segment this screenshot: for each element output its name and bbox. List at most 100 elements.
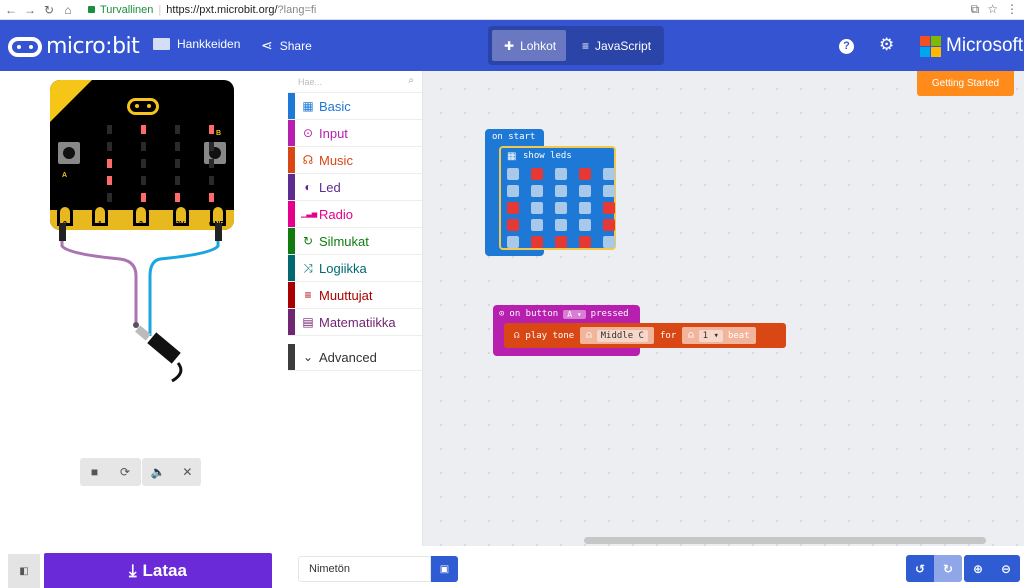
block-led[interactable] <box>555 236 567 248</box>
translate-icon[interactable]: ⧉ <box>971 2 980 17</box>
share-button[interactable]: ⋖ Share <box>261 37 312 54</box>
search-placeholder: Hae... <box>298 76 323 87</box>
block-led[interactable] <box>603 236 615 248</box>
block-led[interactable] <box>579 236 591 248</box>
home-icon[interactable]: ⌂ <box>60 3 76 17</box>
shuffle-icon: ⤨ <box>303 260 313 275</box>
show-leds-grid <box>507 168 615 248</box>
download-button[interactable]: ⤓ Lataa <box>44 553 272 588</box>
block-led[interactable] <box>531 202 543 214</box>
toolbox-category-advanced[interactable]: ⌄ Advanced <box>288 344 422 371</box>
restart-icon[interactable]: ⟳ <box>120 465 130 479</box>
toolbox-category-basic[interactable]: ▦ Basic <box>288 93 422 120</box>
block-led[interactable] <box>603 202 615 214</box>
url-host: https://pxt.microbit.org/ <box>166 3 278 16</box>
show-leds-block[interactable]: ▦ show leds <box>499 146 616 250</box>
save-icon: ▣ <box>439 563 450 575</box>
block-led[interactable] <box>579 202 591 214</box>
toolbox-category-muuttujat[interactable]: ≡ Muuttujat <box>288 282 422 309</box>
save-button[interactable]: ▣ <box>431 556 458 582</box>
toolbox-category-silmukat[interactable]: ↻ Silmukat <box>288 228 422 255</box>
bookmark-star-icon[interactable]: ☆ <box>987 2 998 17</box>
microbit-logo[interactable]: micro:bit <box>8 34 140 59</box>
block-led[interactable] <box>579 185 591 197</box>
block-led[interactable] <box>555 202 567 214</box>
toolbox-category-input[interactable]: ⊙ Input <box>288 120 422 147</box>
projects-button[interactable]: Hankkeiden <box>153 37 240 51</box>
loop-icon: ↻ <box>302 234 314 248</box>
tab-blocks[interactable]: ✚ Lohkot <box>492 30 566 61</box>
zoom-out-button[interactable]: ⊖ <box>992 555 1020 582</box>
toolbox-category-radio[interactable]: ▁▃▅ Radio <box>288 201 422 228</box>
grid-icon: ▦ <box>302 99 314 113</box>
tab-javascript[interactable]: ≡ JavaScript <box>570 30 663 61</box>
puzzle-icon: ✚ <box>504 38 515 53</box>
block-led[interactable] <box>555 168 567 180</box>
help-icon[interactable]: ? <box>839 39 854 54</box>
button-dropdown[interactable]: A ▾ <box>563 309 586 319</box>
reload-icon[interactable]: ↻ <box>41 3 57 17</box>
block-led[interactable] <box>507 202 519 214</box>
fullscreen-icon[interactable]: ✕ <box>182 465 192 479</box>
blocks-workspace[interactable]: Getting Started on start ▦ show leds ⊙ o… <box>423 71 1024 546</box>
headphones-icon: ☊ <box>302 153 314 167</box>
block-led[interactable] <box>507 168 519 180</box>
block-led[interactable] <box>579 168 591 180</box>
gear-icon[interactable]: ⚙ <box>879 36 894 53</box>
redo-button[interactable]: ↻ <box>934 555 962 582</box>
for-label: for <box>659 330 677 341</box>
block-led[interactable] <box>555 219 567 231</box>
mute-icon[interactable]: 🔈 <box>150 465 165 479</box>
block-led[interactable] <box>603 168 615 180</box>
getting-started-button[interactable]: Getting Started <box>917 71 1014 96</box>
note-value[interactable]: Middle C <box>596 329 648 342</box>
block-led[interactable] <box>507 185 519 197</box>
category-label: Music <box>319 152 353 168</box>
address-bar[interactable]: Turvallinen | https://pxt.microbit.org/ … <box>88 4 316 16</box>
collapse-simulator-button[interactable]: ◧ <box>8 554 40 588</box>
toolbox: Hae... ⌕ ▦ Basic ⊙ Input ☊ Music ◐ Led ▁▃▅ Radio ↻… <box>288 71 423 546</box>
back-icon[interactable]: ← <box>3 3 19 17</box>
on-start-label: on start <box>492 132 536 142</box>
toolbox-category-matematiikka[interactable]: ▤ Matematiikka <box>288 309 422 336</box>
block-led[interactable] <box>603 219 615 231</box>
note-input[interactable]: ☊ Middle C <box>580 327 654 344</box>
beat-input[interactable]: ☊ 1 ▾ beat <box>682 327 756 344</box>
play-tone-block[interactable]: ☊ play tone ☊ Middle C for ☊ 1 ▾ beat <box>504 323 786 348</box>
toolbox-category-led[interactable]: ◐ Led <box>288 174 422 201</box>
toolbox-category-music[interactable]: ☊ Music <box>288 147 422 174</box>
logo-text: micro:bit <box>46 34 140 59</box>
beat-dropdown[interactable]: 1 ▾ <box>698 329 723 342</box>
workspace-scrollbar[interactable] <box>584 537 986 544</box>
headphones-icon: ☊ <box>514 330 520 341</box>
block-led[interactable] <box>603 185 615 197</box>
block-led[interactable] <box>531 236 543 248</box>
toolbox-search[interactable]: Hae... ⌕ <box>288 71 422 93</box>
toolbox-category-logiikka[interactable]: ⤨ Logiikka <box>288 255 422 282</box>
zoom-in-button[interactable]: ⊕ <box>964 555 992 582</box>
block-led[interactable] <box>531 185 543 197</box>
search-icon[interactable]: ⌕ <box>408 75 414 86</box>
forward-icon[interactable]: → <box>22 3 38 17</box>
menu-icon[interactable]: ⋮ <box>1006 2 1018 17</box>
app-header: micro:bit Hankkeiden ⋖ Share ✚ Lohkot ≡ … <box>0 20 1024 71</box>
block-led[interactable] <box>531 168 543 180</box>
stop-icon[interactable]: ■ <box>91 465 98 479</box>
undo-button[interactable]: ↺ <box>906 555 934 582</box>
block-led[interactable] <box>531 219 543 231</box>
project-name-input[interactable]: Nimetön <box>298 556 431 582</box>
button-dropdown-value: A <box>567 309 573 319</box>
microsoft-logo[interactable]: Microsoft <box>920 35 1023 57</box>
tab-javascript-label: JavaScript <box>595 38 652 53</box>
block-led[interactable] <box>555 185 567 197</box>
category-color-bar <box>288 120 295 146</box>
simulator-panel: A B 0 1 2 3V GND ■ ⟳ 🔈 ✕ <box>0 71 288 546</box>
address-separator: | <box>158 3 162 16</box>
toggle-icon: ◐ <box>304 180 312 194</box>
block-led[interactable] <box>507 219 519 231</box>
category-label: Radio <box>319 206 353 222</box>
collapse-icon: ◧ <box>19 565 29 577</box>
beat-value: 1 <box>702 330 709 341</box>
block-led[interactable] <box>507 236 519 248</box>
block-led[interactable] <box>579 219 591 231</box>
